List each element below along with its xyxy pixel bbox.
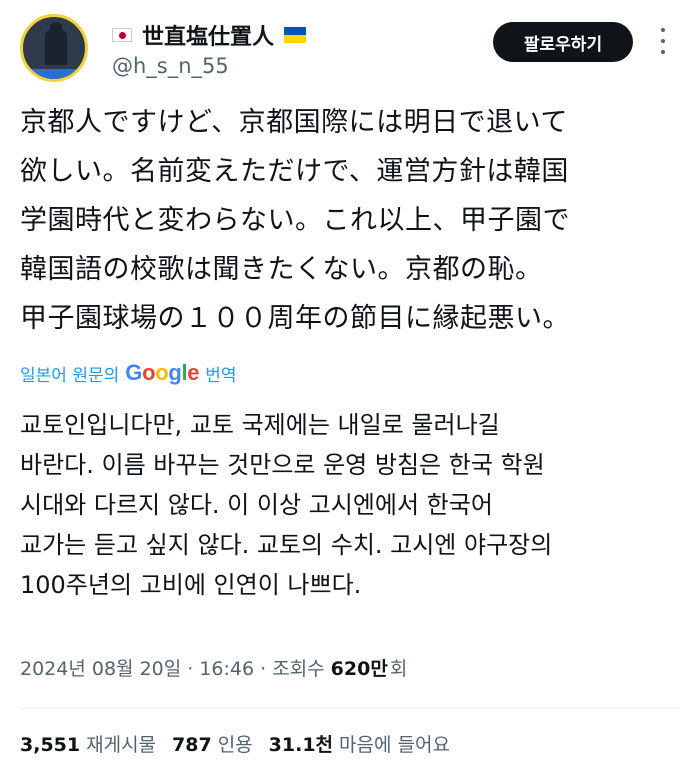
tweet-line: 学園時代と変わらない。これ以上、甲子園で xyxy=(20,205,570,236)
avatar[interactable] xyxy=(20,14,88,82)
translated-line: 바란다. 이름 바꾸는 것만으로 운영 방침은 한국 학원 xyxy=(20,451,545,479)
user-handle[interactable]: @h_s_n_55 xyxy=(112,54,229,78)
quotes-stat[interactable]: 787 인용 xyxy=(172,730,253,757)
reposts-stat[interactable]: 3,551 재게시물 xyxy=(20,730,156,757)
google-logo: Google xyxy=(125,360,200,385)
view-count-suffix: 회 xyxy=(389,658,408,680)
name-row[interactable]: 世直塩仕置人 xyxy=(112,19,307,51)
tweet-line: 韓国語の校歌は聞きたくない。京都の恥。 xyxy=(20,254,543,285)
quotes-label: 인용 xyxy=(217,734,253,756)
more-options-icon[interactable] xyxy=(660,28,666,54)
translated-line: 교토인입니다만, 교토 국제에는 내일로 물러나길 xyxy=(20,411,500,439)
translation-prefix: 일본어 원문의 xyxy=(20,365,120,386)
avatar-figure xyxy=(45,29,67,65)
follow-button[interactable]: 팔로우하기 xyxy=(493,22,633,62)
avatar-band xyxy=(23,69,85,79)
display-name[interactable]: 世直塩仕置人 xyxy=(142,19,274,51)
translation-attribution[interactable]: 일본어 원문의 Google 번역 xyxy=(20,360,237,386)
translated-line: 100주년의 고비에 인연이 나쁘다. xyxy=(20,571,362,599)
tweet-line: 欲しい。名前変えただけで、運営方針は韓国 xyxy=(20,156,569,187)
tweet-header: 世直塩仕置人 @h_s_n_55 팔로우하기 xyxy=(20,14,680,86)
translated-text: 교토인입니다만, 교토 국제에는 내일로 물러나길 바란다. 이름 바꾸는 것만… xyxy=(20,405,675,605)
tweet-line: 京都人ですけど、京都国際には明日で退いて xyxy=(20,107,568,138)
timestamp[interactable]: 2024년 08월 20일 · 16:46 · 조회수 xyxy=(20,654,325,681)
reposts-count: 3,551 xyxy=(20,734,81,756)
japan-flag-icon xyxy=(112,28,132,42)
translation-suffix: 번역 xyxy=(205,365,237,386)
engagement-stats: 3,551 재게시물 787 인용 31.1천 마음에 들어요 xyxy=(20,730,466,757)
divider xyxy=(20,708,680,709)
quotes-count: 787 xyxy=(172,734,212,756)
tweet-meta: 2024년 08월 20일 · 16:46 · 조회수 620만 회 xyxy=(20,654,407,681)
tweet-text: 京都人ですけど、京都国際には明日で退いて 欲しい。名前変えただけで、運営方針は韓… xyxy=(20,98,675,343)
translated-line: 시대와 다르지 않다. 이 이상 고시엔에서 한국어 xyxy=(20,491,493,519)
translated-line: 교가는 듣고 싶지 않다. 교토의 수치. 고시엔 야구장의 xyxy=(20,531,553,559)
tweet-line: 甲子園球場の１００周年の節目に縁起悪い。 xyxy=(20,303,570,334)
likes-label: 마음에 들어요 xyxy=(339,734,450,756)
likes-count: 31.1천 xyxy=(268,734,334,756)
ukraine-flag-icon xyxy=(284,27,307,43)
view-count: 620만 xyxy=(330,658,388,680)
reposts-label: 재게시물 xyxy=(86,734,157,756)
likes-stat[interactable]: 31.1천 마음에 들어요 xyxy=(269,730,450,757)
